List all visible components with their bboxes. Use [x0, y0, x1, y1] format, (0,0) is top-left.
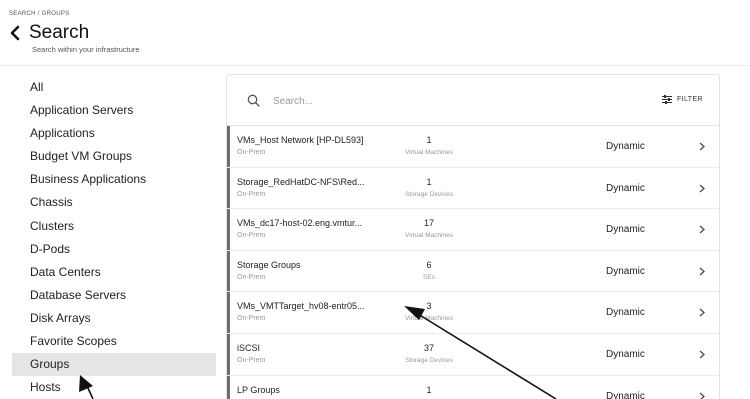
row-accent	[227, 375, 230, 399]
sidebar-item-applications[interactable]: Applications	[12, 122, 216, 145]
page-subtitle: Search within your infrastructure	[32, 45, 140, 54]
group-row[interactable]: Storage_RedHatDC-NFS\Red... On-Prem 1 Stora…	[227, 167, 719, 210]
chevron-right-icon[interactable]	[699, 350, 705, 359]
groups-panel: FILTER VMs_Host Network [HP-DL593] On-Pre…	[226, 74, 720, 399]
group-environment: On-Prem	[237, 315, 266, 323]
group-mode: Dynamic	[606, 141, 645, 152]
chevron-right-icon[interactable]	[699, 392, 705, 399]
group-name: LP Groups	[237, 384, 280, 395]
member-count: 6	[426, 259, 432, 270]
row-accent	[227, 250, 230, 292]
row-accent	[227, 209, 230, 250]
search-input[interactable]	[273, 90, 573, 112]
chevron-right-icon[interactable]	[699, 308, 705, 317]
group-row[interactable]: iSCSI On-Prem 37 Storage Devices Dynamic	[227, 333, 719, 376]
member-type: Virtual Machines	[405, 315, 453, 323]
member-count: 37	[423, 342, 434, 353]
chevron-right-icon[interactable]	[699, 267, 705, 276]
sidebar-item-hosts[interactable]: Hosts	[12, 376, 216, 399]
sidebar-item-d-pods[interactable]: D-Pods	[12, 238, 216, 261]
member-count: 17	[423, 218, 434, 229]
sidebar-item-data-centers[interactable]: Data Centers	[12, 261, 216, 284]
group-row[interactable]: VMs_dc17-host-02.eng.vmtur... On-Prem 17 Vi…	[227, 209, 719, 251]
member-count: 1	[426, 176, 432, 187]
group-environment: On-Prem	[237, 190, 266, 198]
row-accent	[227, 126, 230, 167]
member-count: 3	[426, 301, 432, 312]
group-name: VMs_Host Network [HP-DL593]	[237, 135, 364, 145]
group-row[interactable]: Storage Groups On-Prem 6 SEs Dynamic	[227, 250, 719, 293]
group-mode: Dynamic	[606, 265, 645, 277]
group-environment: On-Prem	[237, 273, 266, 281]
sidebar-item-clusters[interactable]: Clusters	[12, 215, 216, 238]
sidebar-item-groups[interactable]: Groups	[12, 353, 216, 377]
sidebar-item-business-applications[interactable]: Business Applications	[12, 168, 216, 191]
group-environment: On-Prem	[237, 356, 266, 364]
chevron-right-icon[interactable]	[699, 225, 705, 234]
group-environment: On-Prem	[237, 232, 266, 240]
sidebar-item-budget-vm-groups[interactable]: Budget VM Groups	[12, 145, 216, 168]
sidebar-item-application-servers[interactable]: Application Servers	[12, 99, 216, 122]
group-name: iSCSI	[237, 342, 261, 353]
group-row[interactable]: VMs_VMTTarget_hv08-entr05... On-Prem 3 Virt…	[227, 292, 719, 334]
group-type-sidebar: All Application Servers Applications Budget…	[0, 76, 222, 399]
chevron-left-icon[interactable]	[8, 25, 22, 41]
member-type: Virtual Machines	[405, 149, 453, 156]
chevron-right-icon[interactable]	[699, 142, 705, 151]
page-header: SEARCH / GROUPS Search Search within you…	[0, 0, 750, 66]
row-accent	[227, 167, 230, 209]
group-name: Storage_RedHatDC-NFS\Red...	[237, 176, 365, 187]
group-mode: Dynamic	[606, 182, 645, 194]
sidebar-item-disk-arrays[interactable]: Disk Arrays	[12, 307, 216, 330]
filter-icon	[662, 95, 672, 104]
group-environment: On-Prem	[237, 149, 266, 156]
group-row[interactable]: LP Groups 1 Dynamic	[227, 375, 719, 399]
group-list: VMs_Host Network [HP-DL593] On-Prem 1 Virtu…	[227, 126, 719, 399]
search-icon	[247, 94, 260, 107]
group-mode: Dynamic	[606, 307, 645, 319]
row-accent	[227, 333, 230, 375]
member-type: SEs	[423, 273, 435, 281]
group-mode: Dynamic	[606, 224, 645, 236]
sidebar-item-favorite-scopes[interactable]: Favorite Scopes	[12, 330, 216, 353]
member-count: 1	[426, 135, 432, 145]
breadcrumb[interactable]: SEARCH / GROUPS	[9, 11, 70, 17]
group-name: Storage Groups	[237, 259, 301, 270]
member-count: 1	[426, 384, 432, 395]
group-mode: Dynamic	[606, 348, 645, 360]
sidebar-item-chassis[interactable]: Chassis	[12, 191, 216, 214]
sidebar-item-database-servers[interactable]: Database Servers	[12, 284, 216, 307]
member-type: Storage Devices	[405, 356, 453, 364]
member-type: Virtual Machines	[405, 232, 453, 240]
filter-label: FILTER	[677, 96, 703, 103]
group-name: VMs_dc17-host-02.eng.vmtur...	[237, 218, 363, 229]
chevron-right-icon[interactable]	[699, 184, 705, 193]
group-row[interactable]: VMs_Host Network [HP-DL593] On-Prem 1 Virtu…	[227, 126, 719, 168]
row-accent	[227, 292, 230, 333]
page-title: Search	[29, 22, 90, 43]
group-name: VMs_VMTTarget_hv08-entr05...	[237, 301, 365, 312]
sidebar-item-all[interactable]: All	[12, 76, 216, 99]
search-bar: FILTER	[227, 75, 719, 126]
filter-button[interactable]: FILTER	[662, 95, 703, 104]
group-mode: Dynamic	[606, 390, 645, 399]
member-type: Storage Devices	[405, 190, 453, 198]
